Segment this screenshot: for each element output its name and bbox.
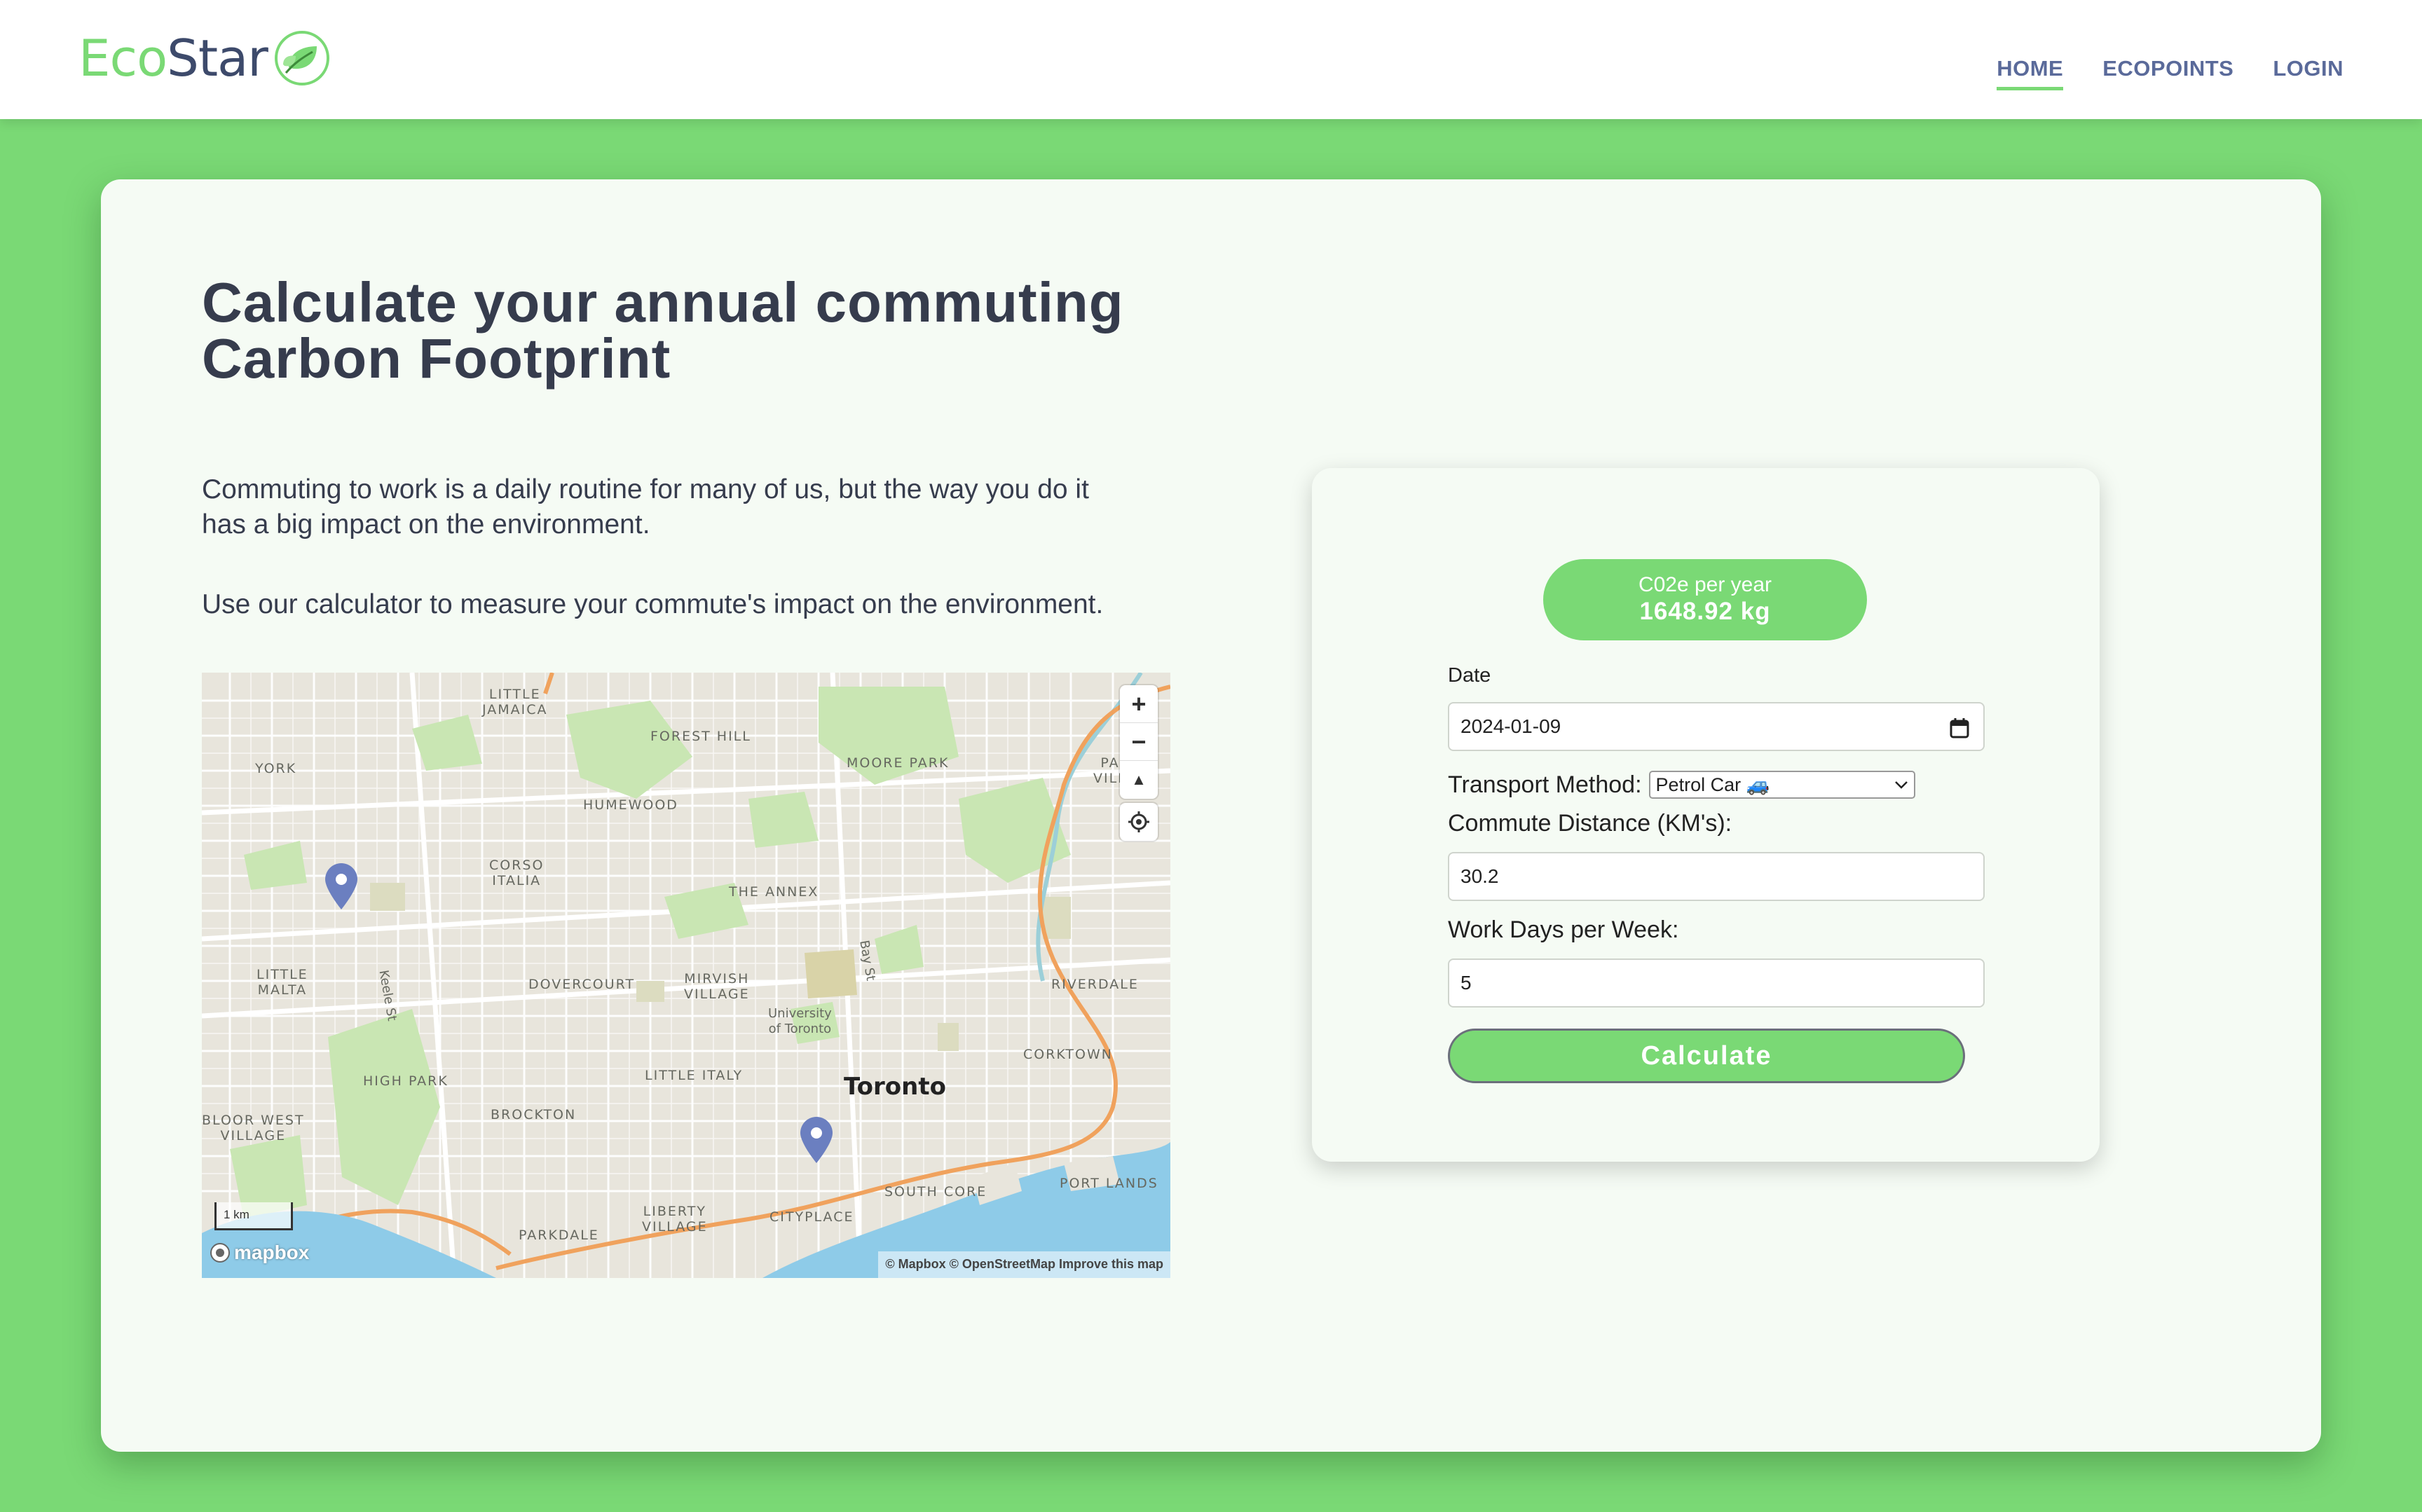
map-label: RIVERDALE	[1051, 977, 1139, 992]
transport-select[interactable]: Petrol Car 🚙	[1648, 771, 1915, 799]
date-value: 2024-01-09	[1460, 715, 1561, 737]
date-label: Date	[1448, 664, 1491, 687]
page-title: Calculate your annual commuting Carbon Fo…	[202, 271, 1124, 390]
result-value: 1648.92 kg	[1639, 598, 1771, 625]
distance-label: Commute Distance (KM's):	[1448, 810, 1732, 837]
map-label: FOREST HILL	[650, 729, 751, 744]
map-city-label: Toronto	[844, 1073, 946, 1101]
main-nav: HOME ECOPOINTS LOGIN	[1997, 56, 2344, 90]
intro-paragraph: Use our calculator to measure your commu…	[202, 589, 1104, 619]
map-label: HIGH PARK	[363, 1073, 449, 1089]
mapbox-icon	[210, 1243, 230, 1263]
map-label: PARKDALE	[519, 1228, 599, 1243]
distance-value: 30.2	[1460, 865, 1499, 887]
compass-icon[interactable]: ▲	[1120, 761, 1158, 799]
brand-name: EcoStar	[78, 29, 268, 88]
calendar-icon[interactable]	[1950, 717, 1969, 738]
zoom-out-button[interactable]: −	[1120, 723, 1158, 761]
map-label: HUMEWOOD	[583, 797, 678, 813]
mapbox-logo[interactable]: mapbox	[209, 1242, 309, 1264]
map-label: LITTLE MALTA	[256, 967, 308, 998]
origin-pin-icon[interactable]	[322, 862, 360, 911]
map-label: YORK	[255, 761, 297, 776]
nav-ecopoints[interactable]: ECOPOINTS	[2102, 56, 2233, 90]
distance-input[interactable]: 30.2	[1448, 852, 1985, 901]
top-navbar: EcoStar HOME ECOPOINTS LOGIN	[0, 0, 2422, 119]
map-attribution[interactable]: © Mapbox © OpenStreetMap Improve this ma…	[878, 1251, 1170, 1278]
destination-pin-icon[interactable]	[798, 1115, 835, 1164]
zoom-in-button[interactable]: +	[1120, 685, 1158, 723]
map-label: CORKTOWN	[1023, 1047, 1113, 1062]
main-card: Calculate your annual commuting Carbon Fo…	[101, 179, 2321, 1452]
map-label: BROCKTON	[491, 1107, 577, 1122]
workdays-label: Work Days per Week:	[1448, 916, 1679, 943]
leaf-icon	[274, 31, 329, 85]
map-label: CORSO ITALIA	[489, 858, 545, 888]
intro-text: Commuting to work is a daily routine for…	[202, 472, 1113, 622]
workdays-value: 5	[1460, 972, 1472, 994]
map-label: MIRVISH VILLAGE	[684, 971, 750, 1002]
map-label: LITTLE ITALY	[645, 1068, 744, 1083]
nav-home[interactable]: HOME	[1997, 56, 2064, 90]
calculate-button[interactable]: Calculate	[1448, 1029, 1965, 1083]
map-scale: 1 km	[214, 1202, 293, 1230]
intro-paragraph: Commuting to work is a daily routine for…	[202, 474, 1089, 539]
map-label: PORT LANDS	[1060, 1176, 1158, 1191]
map-label: BLOOR WEST VILLAGE	[202, 1113, 305, 1143]
map-label: SOUTH CORE	[884, 1184, 987, 1200]
calculator-card: C02e per year 1648.92 kg Date 2024-01-09…	[1312, 468, 2100, 1162]
workdays-input[interactable]: 5	[1448, 958, 1985, 1008]
commute-map[interactable]: LITTLE JAMAICA FOREST HILL MOORE PARK PAR…	[202, 673, 1170, 1278]
transport-row: Transport Method: Petrol Car 🚙	[1448, 771, 1915, 799]
map-zoom-controls: + − ▲	[1120, 685, 1158, 799]
result-badge: C02e per year 1648.92 kg	[1543, 559, 1867, 640]
map-label: DOVERCOURT	[528, 977, 636, 992]
chevron-down-icon	[1894, 781, 1908, 789]
map-label: University of Toronto	[768, 1006, 832, 1036]
crosshair-icon	[1128, 811, 1149, 832]
transport-value: Petrol Car 🚙	[1655, 774, 1770, 795]
brand-logo[interactable]: EcoStar	[78, 27, 331, 90]
transport-label: Transport Method:	[1448, 771, 1642, 798]
map-label: CITYPLACE	[769, 1209, 854, 1225]
result-label: C02e per year	[1638, 573, 1772, 596]
map-label: MOORE PARK	[847, 755, 950, 771]
nav-login[interactable]: LOGIN	[2273, 56, 2344, 90]
map-label: LITTLE JAMAICA	[482, 687, 548, 717]
map-label: THE ANNEX	[729, 884, 819, 900]
map-label: LIBERTY VILLAGE	[642, 1204, 708, 1235]
date-input[interactable]: 2024-01-09	[1448, 702, 1985, 751]
geolocate-button[interactable]	[1120, 803, 1158, 841]
